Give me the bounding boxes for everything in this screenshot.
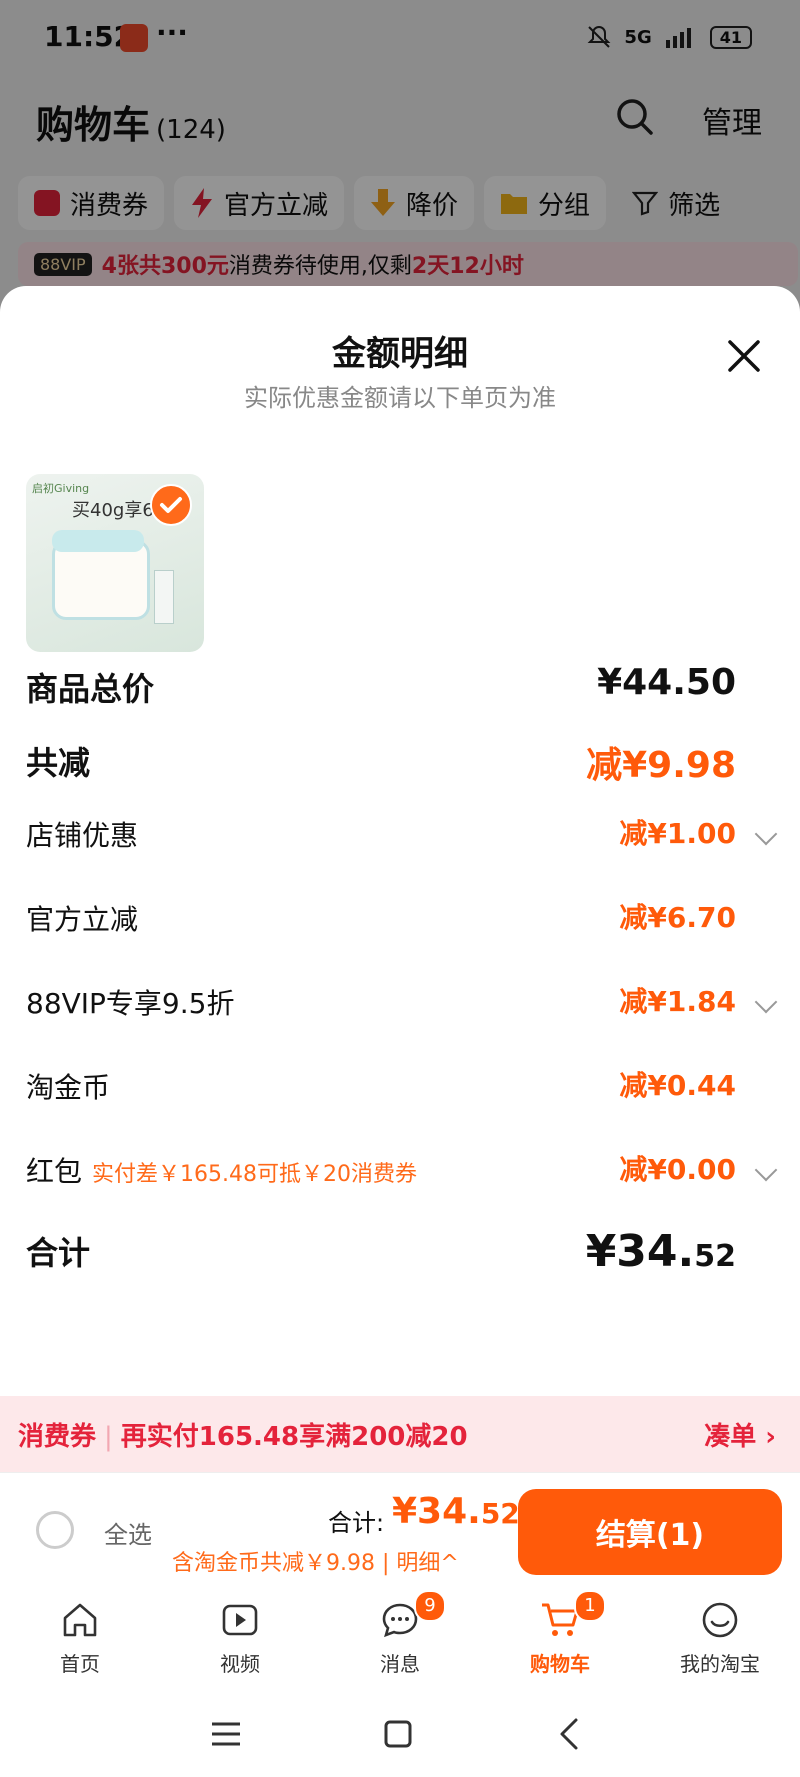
tab-label: 消息 bbox=[380, 1652, 420, 1676]
tab-label: 视频 bbox=[220, 1652, 260, 1676]
message-badge: 9 bbox=[414, 1590, 446, 1622]
cream-tube-image bbox=[154, 570, 174, 624]
row-label: 店铺优惠 bbox=[26, 819, 139, 852]
product-brand: 启初Giving bbox=[32, 482, 90, 495]
tab-messages[interactable]: 9 消息 bbox=[320, 1590, 480, 1690]
checkout-detail-toggle[interactable]: 含淘金币共减￥9.98 | 明细^ bbox=[172, 1545, 459, 1577]
sheet-subtitle: 实际优惠金额请以下单页为准 bbox=[244, 384, 556, 412]
row-sum: 合计 ¥34.52 bbox=[26, 1218, 774, 1290]
profile-icon bbox=[702, 1602, 738, 1638]
add-items-link[interactable]: 凑单 › bbox=[704, 1416, 776, 1453]
coupon-promo-text: 消费券 | 再实付165.48享满200减20 bbox=[18, 1422, 468, 1452]
row-value: ¥44.50 bbox=[597, 662, 736, 703]
home-square-icon[interactable] bbox=[378, 1716, 418, 1752]
tab-label: 我的淘宝 bbox=[680, 1652, 760, 1676]
sum-main: ¥34. bbox=[585, 1226, 695, 1277]
checkout-button[interactable]: 结算(1) bbox=[518, 1489, 782, 1575]
checkout-sum-value: ¥34.52 bbox=[392, 1491, 520, 1532]
sum-cents: 52 bbox=[694, 1239, 736, 1274]
tab-label: 首页 bbox=[60, 1652, 100, 1676]
cream-jar-image bbox=[52, 540, 150, 620]
video-icon bbox=[222, 1604, 258, 1636]
red-packet-note: 实付差￥165.48可抵￥20消费券 bbox=[92, 1162, 417, 1187]
row-value: 减¥0.00 bbox=[619, 1153, 736, 1186]
row-label-text: 红包 bbox=[26, 1155, 83, 1188]
home-icon bbox=[63, 1603, 97, 1637]
row-taojinbi: 淘金币 减¥0.44 bbox=[26, 1056, 774, 1116]
checkout-sum-label: 合计: bbox=[328, 1509, 385, 1537]
select-all-radio[interactable] bbox=[36, 1511, 74, 1549]
row-total-discount: 共减 减¥9.98 bbox=[26, 728, 774, 788]
row-label: 合计 bbox=[26, 1234, 91, 1272]
row-vip-discount[interactable]: 88VIP专享9.5折 减¥1.84 bbox=[26, 972, 778, 1032]
tab-label: 购物车 bbox=[530, 1652, 590, 1676]
row-shop-discount[interactable]: 店铺优惠 减¥1.00 bbox=[26, 804, 778, 864]
row-value: 减¥6.70 bbox=[619, 901, 736, 934]
chevron-down-icon[interactable] bbox=[754, 822, 778, 846]
row-total-price: 商品总价 ¥44.50 bbox=[26, 654, 774, 714]
row-label: 共减 bbox=[26, 744, 91, 782]
sheet-title: 金额明细 bbox=[332, 334, 468, 374]
checkout-bar: 全选 合计: ¥34.52 含淘金币共减￥9.98 | 明细^ 结算(1) bbox=[0, 1472, 800, 1591]
tab-home[interactable]: 首页 bbox=[0, 1590, 160, 1690]
checkmark-icon[interactable] bbox=[150, 484, 192, 526]
row-value: 减¥1.84 bbox=[619, 985, 736, 1018]
row-label: 官方立减 bbox=[26, 903, 139, 936]
row-value: 减¥1.00 bbox=[619, 817, 736, 850]
cream-jar-lid-image bbox=[52, 530, 144, 552]
row-label: 淘金币 bbox=[26, 1071, 111, 1104]
row-value: 减¥9.98 bbox=[586, 745, 736, 786]
select-all-label[interactable]: 全选 bbox=[104, 1515, 152, 1550]
cart-badge: 1 bbox=[574, 1590, 606, 1622]
row-label: 商品总价 bbox=[26, 670, 155, 708]
close-icon[interactable] bbox=[724, 336, 764, 376]
row-red-packet[interactable]: 红包 实付差￥165.48可抵￥20消费券 减¥0.00 bbox=[26, 1140, 778, 1200]
tab-cart[interactable]: 1 购物车 bbox=[480, 1590, 640, 1690]
system-nav-bar bbox=[0, 1690, 800, 1777]
chevron-down-icon[interactable] bbox=[754, 1158, 778, 1182]
menu-icon[interactable] bbox=[206, 1716, 246, 1752]
row-value: ¥34.52 bbox=[586, 1226, 736, 1277]
back-icon[interactable] bbox=[550, 1716, 590, 1752]
bottom-tab-bar: 首页 视频 9 消息 1 购物车 我的淘宝 bbox=[0, 1590, 800, 1690]
row-label: 88VIP专享9.5折 bbox=[26, 987, 235, 1020]
row-label: 红包 实付差￥165.48可抵￥20消费券 bbox=[26, 1150, 417, 1190]
tab-profile[interactable]: 我的淘宝 bbox=[640, 1590, 800, 1690]
row-official-discount: 官方立减 减¥6.70 bbox=[26, 888, 774, 948]
tab-video[interactable]: 视频 bbox=[160, 1590, 320, 1690]
chevron-down-icon[interactable] bbox=[754, 990, 778, 1014]
row-value: 减¥0.44 bbox=[619, 1069, 736, 1102]
coupon-promo-bar[interactable]: 消费券 | 再实付165.48享满200减20 凑单 › bbox=[0, 1396, 800, 1472]
